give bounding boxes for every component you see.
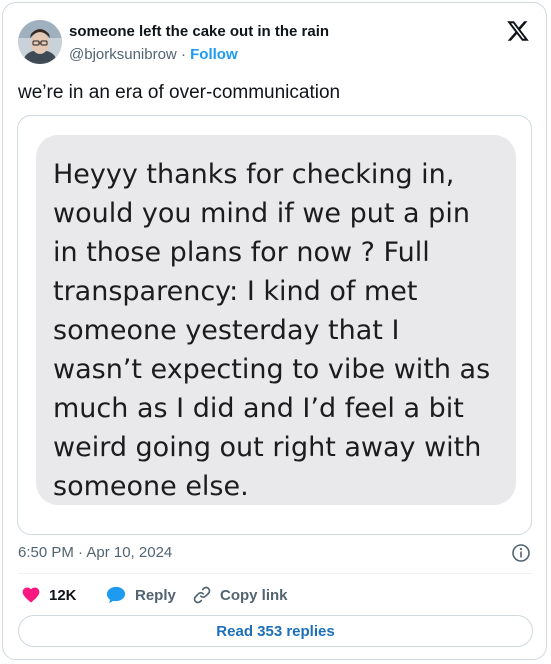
author-handle-row: @bjorksunibrow · Follow (69, 46, 238, 63)
heart-icon (22, 587, 40, 603)
reply-button[interactable]: Reply (105, 585, 176, 605)
avatar[interactable] (18, 20, 62, 64)
read-replies-button[interactable]: Read 353 replies (18, 615, 533, 647)
reply-label: Reply (135, 586, 176, 604)
author-display-name[interactable]: someone left the cake out in the rain (69, 23, 329, 40)
follow-button[interactable]: Follow (190, 46, 238, 63)
attached-screenshot[interactable]: Heyyy thanks for checking in, would you … (17, 115, 532, 535)
x-logo-icon[interactable] (506, 19, 530, 43)
message-bubble-text: Heyyy thanks for checking in, would you … (53, 159, 491, 502)
copy-link-button[interactable]: Copy link (192, 585, 288, 605)
speech-bubble-icon (106, 586, 126, 604)
copy-link-label: Copy link (220, 586, 288, 604)
info-icon[interactable] (511, 543, 531, 563)
tweet-timestamp[interactable]: 6:50 PM · Apr 10, 2024 (18, 544, 172, 561)
tweet-card: someone left the cake out in the rain @b… (2, 2, 547, 660)
read-replies-label: Read 353 replies (216, 622, 335, 640)
avatar-image (18, 20, 62, 64)
like-count: 12K (49, 586, 77, 604)
like-button[interactable]: 12K (21, 585, 77, 605)
author-handle[interactable]: @bjorksunibrow (69, 46, 177, 63)
link-icon (193, 586, 211, 604)
handle-separator: · (176, 46, 191, 63)
message-bubble: Heyyy thanks for checking in, would you … (36, 135, 516, 505)
tweet-text: we’re in an era of over-communication (18, 82, 341, 103)
divider (18, 573, 533, 574)
